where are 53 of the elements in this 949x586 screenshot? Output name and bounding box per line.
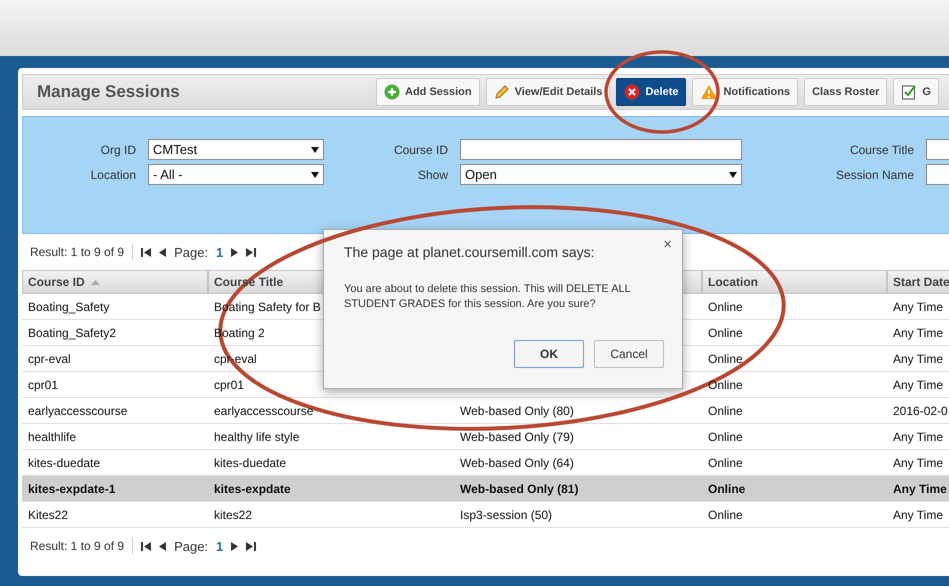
page-title: Manage Sessions	[37, 82, 181, 102]
table-cell: Web-based Only (81)	[460, 482, 578, 496]
table-cell: kites22	[214, 508, 252, 522]
table-cell: cpr01	[28, 378, 58, 392]
table-cell: Any Time	[893, 378, 944, 392]
table-cell: Any Time	[893, 508, 944, 522]
filter-label: Course Title	[848, 142, 914, 156]
table-cell: kites-duedate	[214, 456, 286, 470]
table-cell: Boating_Safety2	[28, 326, 116, 340]
result-count: Result: 1 to 9 of 9	[30, 245, 124, 259]
table-cell: healthy life style	[214, 430, 300, 444]
table-cell: Any Time	[893, 482, 947, 496]
filter-label: Show	[416, 168, 448, 182]
table-cell: Isp3-session (50)	[460, 508, 552, 522]
dialog-title: The page at planet.coursemill.com says:	[344, 244, 596, 260]
table-cell: Kites22	[28, 508, 68, 522]
table-cell: Online	[708, 456, 743, 470]
table-cell: Online	[708, 326, 743, 340]
filter-label: Location	[90, 168, 136, 182]
table-cell: Web-based Only (64)	[460, 456, 574, 470]
table-cell: Online	[708, 482, 746, 496]
filter-label: Session Name	[834, 168, 914, 182]
table-cell: healthlife	[28, 430, 76, 444]
page-label: Page:	[174, 538, 208, 554]
table-cell: cpr-eval	[28, 352, 71, 366]
table-cell: Any Time	[893, 326, 944, 340]
filter-label: Course ID	[392, 142, 448, 156]
table-cell: kites-duedate	[28, 456, 100, 470]
table-cell: Web-based Only (80)	[460, 404, 574, 418]
table-cell: Any Time	[893, 352, 944, 366]
table-cell: kites-expdate	[214, 482, 291, 496]
table-cell: Online	[708, 404, 743, 418]
table-cell: Online	[708, 352, 743, 366]
page-number: 1	[216, 244, 224, 260]
filter-label: Org ID	[100, 142, 136, 156]
table-cell: Online	[708, 508, 743, 522]
table-cell: 2016-02-0	[893, 404, 948, 418]
table-cell: Online	[708, 378, 743, 392]
table-cell: earlyaccesscourse	[28, 404, 128, 418]
table-cell: Online	[708, 430, 743, 444]
dialog-message: You are about to delete this session. This will DELETE ALL STUDENT GRADES for this session. Are you sure?	[344, 282, 632, 312]
table-cell: Any Time	[893, 456, 944, 470]
table-cell: Any Time	[893, 430, 944, 444]
page-number: 1	[216, 538, 224, 554]
page-label: Page:	[174, 244, 208, 260]
table-cell: cpr01	[214, 378, 244, 392]
table-cell: earlyaccesscourse	[214, 404, 314, 418]
table-cell: Any Time	[893, 300, 944, 314]
result-count: Result: 1 to 9 of 9	[30, 539, 124, 553]
table-cell: kites-expdate-1	[28, 482, 116, 496]
table-cell: Boating_Safety	[28, 300, 110, 314]
table-cell: Web-based Only (79)	[460, 430, 574, 444]
table-cell: Online	[708, 300, 743, 314]
